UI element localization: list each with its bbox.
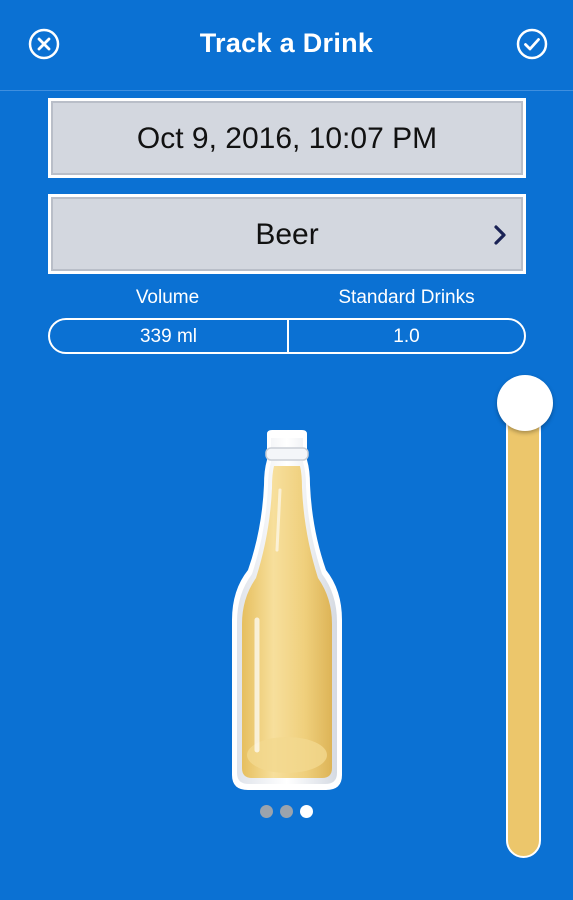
chevron-right-icon: [494, 225, 506, 245]
page-title: Track a Drink: [199, 28, 374, 58]
drink-type-value: Beer: [255, 218, 319, 251]
page-indicator: [260, 805, 316, 821]
standard-drinks-label: Standard Drinks: [338, 287, 475, 308]
page-dot-1[interactable]: [260, 805, 273, 818]
page-dot-2[interactable]: [280, 805, 293, 818]
volume-slider-track[interactable]: [506, 404, 541, 858]
standard-drinks-value: 1.0: [393, 326, 420, 347]
stats-values: 339 ml 1.0: [48, 318, 526, 354]
app-header: Track a Drink: [0, 0, 573, 91]
stats-labels: Volume Standard Drinks: [48, 287, 526, 313]
volume-slider-thumb[interactable]: [497, 375, 553, 431]
volume-label: Volume: [135, 287, 200, 308]
save-button[interactable]: [516, 28, 548, 60]
page-dot-3-active[interactable]: [300, 805, 313, 818]
beer-bottle-image: [232, 430, 342, 790]
date-time-field[interactable]: Oct 9, 2016, 10:07 PM: [48, 98, 526, 178]
drink-type-selector[interactable]: Beer: [48, 194, 526, 274]
check-circle-icon: [516, 28, 548, 60]
volume-value: 339 ml: [139, 326, 198, 347]
date-time-value: Oct 9, 2016, 10:07 PM: [136, 122, 438, 155]
